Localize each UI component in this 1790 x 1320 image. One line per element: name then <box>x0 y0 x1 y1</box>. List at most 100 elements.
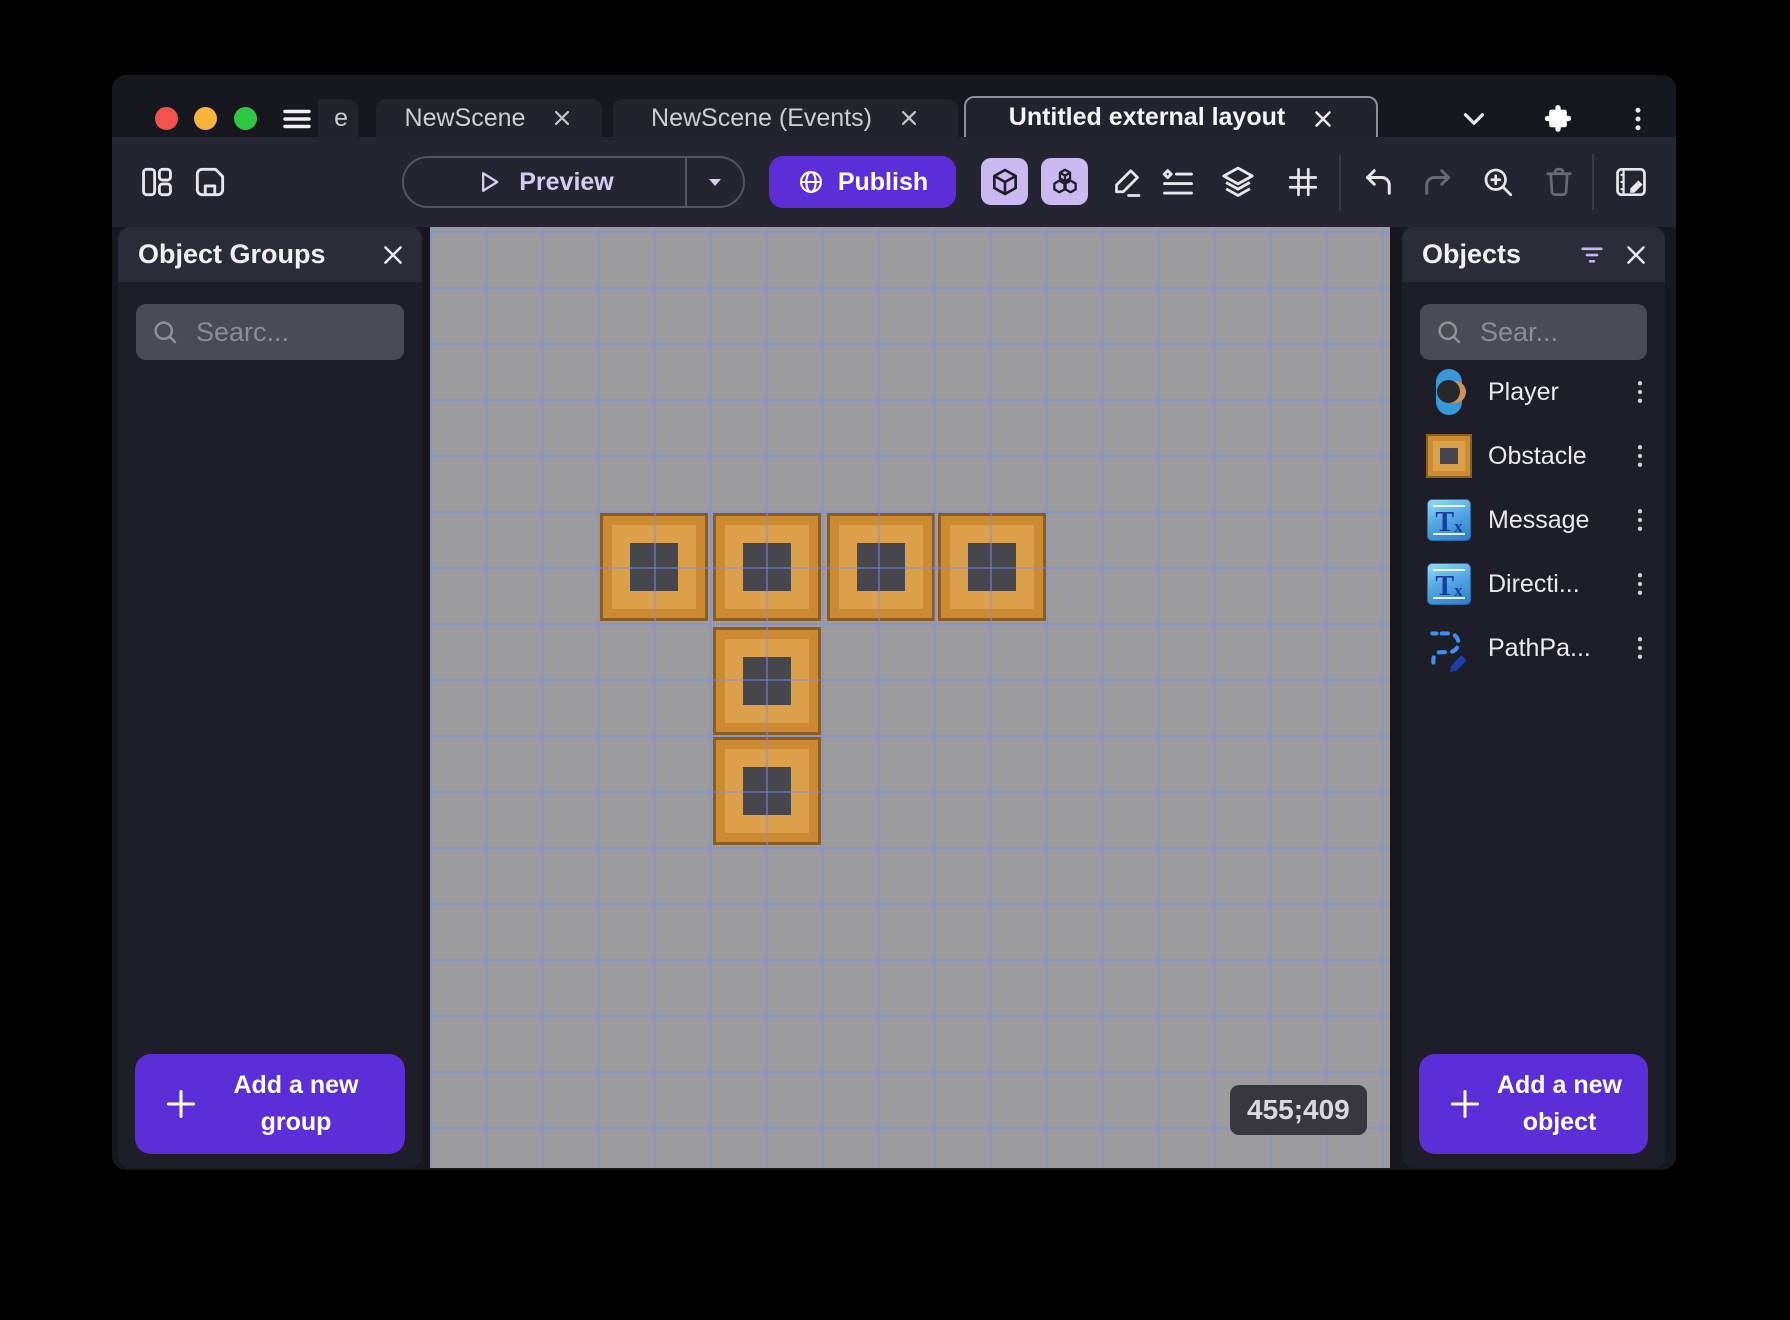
edit-mode-button[interactable] <box>1107 162 1147 202</box>
undo-button[interactable] <box>1358 162 1398 202</box>
obstacle-instance[interactable] <box>713 737 821 845</box>
object-name: Obstacle <box>1488 441 1587 470</box>
plus-icon <box>161 1084 201 1124</box>
object-menu-button[interactable] <box>1627 567 1653 601</box>
window-zoom-button[interactable] <box>234 107 257 130</box>
list-item-message[interactable]: Tx Message <box>1402 488 1665 552</box>
object-menu-button[interactable] <box>1627 503 1653 537</box>
preview-label: Preview <box>519 167 614 196</box>
obstacle-instance[interactable] <box>713 513 821 621</box>
objects-search-input[interactable] <box>1478 315 1633 349</box>
text-object-icon: Tx <box>1424 559 1474 609</box>
window-more-menu-button[interactable] <box>1620 101 1656 137</box>
obstacle-instance[interactable] <box>827 513 935 621</box>
delete-button[interactable] <box>1539 162 1579 202</box>
tab-label: Untitled external layout <box>1008 103 1286 131</box>
save-floppy-icon <box>191 163 229 201</box>
obstacle-instance-center <box>857 543 905 591</box>
tab-close-icon[interactable] <box>1311 107 1333 129</box>
text-object-icon: Tx <box>1424 495 1474 545</box>
cube-icon <box>989 166 1021 198</box>
tab-close-icon[interactable] <box>551 107 573 129</box>
globe-icon <box>797 168 825 196</box>
toolbar-separator <box>1339 154 1341 210</box>
object-menu-button[interactable] <box>1627 375 1653 409</box>
object-groups-panel: Object Groups Add a new <box>118 227 422 1168</box>
player-sprite-icon <box>1424 367 1474 417</box>
chevron-down-icon <box>1457 102 1491 136</box>
canvas-grid-overlay <box>430 227 1390 1168</box>
object-groups-header: Object Groups <box>118 227 422 282</box>
project-manager-button[interactable] <box>137 162 177 202</box>
tab-newscene-events[interactable]: NewScene (Events) <box>613 99 958 137</box>
obstacle-instance-center <box>630 543 678 591</box>
object-groups-search-input[interactable] <box>194 315 390 349</box>
pencil-icon <box>1109 164 1145 200</box>
objects-header: Objects <box>1402 227 1665 282</box>
add-object-label: Add a new object <box>1485 1067 1634 1141</box>
edit-scene-properties-button[interactable] <box>1611 162 1651 202</box>
list-item-directions[interactable]: Tx Directi... <box>1402 552 1665 616</box>
preview-button-main[interactable]: Preview <box>404 158 685 206</box>
tab-home-partial[interactable]: e <box>318 99 358 137</box>
objects-filter-button[interactable] <box>1577 240 1607 270</box>
object-menu-button[interactable] <box>1627 631 1653 665</box>
redo-button[interactable] <box>1418 162 1458 202</box>
obstacle-instance[interactable] <box>713 627 821 735</box>
add-group-button[interactable]: Add a new group <box>135 1054 405 1154</box>
kebab-menu-icon <box>1623 104 1653 134</box>
scene-edit-icon <box>1612 163 1650 201</box>
add-object-button[interactable]: Add a new object <box>1419 1054 1648 1154</box>
grid-button[interactable] <box>1283 162 1323 202</box>
grid-icon <box>1285 164 1321 200</box>
zoom-in-icon <box>1480 164 1516 200</box>
list-item-pathpaint[interactable]: PathPa... <box>1402 616 1665 680</box>
objects-panel-toggle[interactable] <box>981 158 1028 205</box>
obstacle-instance[interactable] <box>938 513 1046 621</box>
object-groups-search[interactable] <box>136 304 404 360</box>
obstacle-instance[interactable] <box>600 513 708 621</box>
preview-options-dropdown[interactable] <box>687 158 743 206</box>
object-name: Directi... <box>1488 569 1580 598</box>
save-button[interactable] <box>190 162 230 202</box>
tab-label: NewScene (Events) <box>651 103 872 132</box>
object-menu-button[interactable] <box>1627 439 1653 473</box>
zoom-in-button[interactable] <box>1478 162 1518 202</box>
add-object-label-line2: object <box>1522 1108 1597 1136</box>
object-name: Message <box>1488 505 1590 534</box>
tab-untitled-external-layout[interactable]: Untitled external layout <box>964 96 1378 137</box>
add-object-label-line1: Add a new <box>1496 1071 1622 1099</box>
objects-search[interactable] <box>1420 304 1647 360</box>
obstacle-instance-center <box>743 543 791 591</box>
object-name: PathPa... <box>1488 633 1591 662</box>
main-menu-button[interactable] <box>278 101 316 137</box>
layout-panels-icon <box>138 163 176 201</box>
scene-canvas[interactable]: 455;409 <box>430 227 1390 1168</box>
tab-label: NewScene <box>404 103 526 132</box>
layers-button[interactable] <box>1218 162 1258 202</box>
preview-button[interactable]: Preview <box>402 156 745 208</box>
publish-label: Publish <box>837 167 929 196</box>
tab-list-dropdown-button[interactable] <box>1456 101 1492 137</box>
tab-stub-label: e <box>334 103 348 132</box>
window-minimize-button[interactable] <box>194 107 217 130</box>
list-item-obstacle[interactable]: Obstacle <box>1402 424 1665 488</box>
trash-icon <box>1541 164 1577 200</box>
screenshot-stage: e NewScene NewScene (Events) Untitled ex… <box>0 0 1790 1320</box>
toolbar-separator <box>1592 154 1594 210</box>
close-objects-button[interactable] <box>1621 240 1651 270</box>
list-item-player[interactable]: Player <box>1402 360 1665 424</box>
obstacle-sprite-icon <box>1424 431 1474 481</box>
title-bar: e NewScene NewScene (Events) Untitled ex… <box>112 75 1676 137</box>
instances-list-icon <box>1159 163 1197 201</box>
play-icon <box>475 168 503 196</box>
add-group-label-line1: Add a new <box>233 1071 359 1099</box>
instances-panel-toggle[interactable] <box>1041 158 1088 205</box>
tab-newscene[interactable]: NewScene <box>376 99 602 137</box>
window-close-button[interactable] <box>155 107 178 130</box>
tab-close-icon[interactable] <box>898 107 920 129</box>
extensions-button[interactable] <box>1540 101 1576 137</box>
publish-button[interactable]: Publish <box>769 156 956 208</box>
instances-list-button[interactable] <box>1158 162 1198 202</box>
close-object-groups-button[interactable] <box>378 240 408 270</box>
